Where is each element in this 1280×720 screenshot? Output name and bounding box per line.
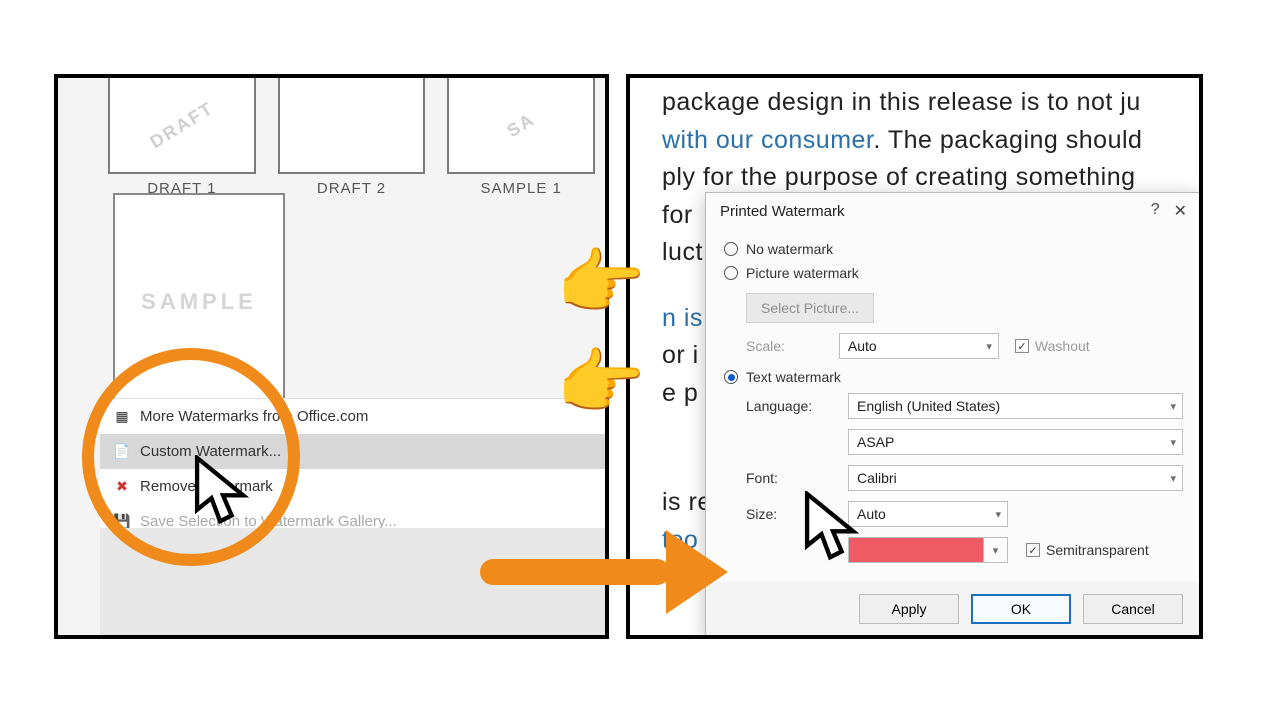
scale-combo: Auto ▾ bbox=[839, 333, 999, 359]
dialog-title: Printed Watermark bbox=[720, 203, 844, 220]
doc-line: luct bbox=[662, 238, 703, 266]
radio-icon bbox=[724, 242, 738, 256]
select-picture-button: Select Picture... bbox=[746, 293, 874, 323]
tutorial-composite: DRAFT DRAFT 1 DRAFT 2 SA SAMPLE 1 SAMPLE… bbox=[0, 0, 1280, 720]
chevron-down-icon: ▾ bbox=[1170, 436, 1176, 449]
doc-line: or i bbox=[662, 337, 699, 375]
online-icon: ▦ bbox=[114, 409, 130, 425]
radio-text-watermark[interactable]: Text watermark bbox=[724, 369, 1183, 385]
dialog-footer: Apply OK Cancel bbox=[706, 582, 1199, 636]
thumb-caption: DRAFT 2 bbox=[278, 180, 426, 197]
page-icon: 📄 bbox=[114, 444, 130, 460]
cancel-button[interactable]: Cancel bbox=[1083, 594, 1183, 624]
combo-value: Calibri bbox=[857, 470, 897, 486]
context-menu: ▦ More Watermarks from Office.com 📄 Cust… bbox=[100, 398, 605, 539]
washout-label: Washout bbox=[1035, 338, 1090, 354]
cursor-icon bbox=[194, 455, 252, 532]
doc-line-link: with our consumer bbox=[662, 126, 873, 154]
combo-value: Auto bbox=[848, 338, 877, 354]
gallery-row: DRAFT DRAFT 1 DRAFT 2 SA SAMPLE 1 bbox=[108, 76, 595, 197]
font-label: Font: bbox=[746, 470, 842, 486]
radio-icon bbox=[724, 370, 738, 384]
arrow-right-icon bbox=[480, 530, 728, 614]
chevron-down-icon: ▾ bbox=[1170, 400, 1176, 413]
doc-line-link: n is bbox=[662, 300, 703, 338]
radio-label: No watermark bbox=[746, 241, 833, 257]
chevron-down-icon: ▾ bbox=[983, 538, 1007, 562]
thumb-diagonal-text: DRAFT bbox=[108, 76, 256, 174]
menu-remove-watermark[interactable]: ✖ Remove Watermark bbox=[100, 469, 605, 504]
doc-line: for bbox=[662, 197, 693, 235]
ok-button[interactable]: OK bbox=[971, 594, 1071, 624]
semitransparent-checkbox[interactable] bbox=[1026, 543, 1040, 557]
gallery-thumb[interactable]: SA SAMPLE 1 bbox=[447, 76, 595, 197]
color-combo[interactable]: ▾ bbox=[848, 537, 1008, 563]
menu-custom-watermark[interactable]: 📄 Custom Watermark... bbox=[100, 434, 605, 469]
apply-button[interactable]: Apply bbox=[859, 594, 959, 624]
radio-label: Text watermark bbox=[746, 369, 841, 385]
menu-label: More Watermarks from Office.com bbox=[140, 408, 368, 425]
thumb-diagonal-text bbox=[278, 76, 426, 174]
pointing-hand-icon: 👉 bbox=[556, 240, 646, 325]
dialog-title-bar: Printed Watermark ? ✕ bbox=[706, 193, 1199, 227]
thumb-large-text: SAMPLE bbox=[141, 289, 257, 315]
scale-label: Scale: bbox=[746, 338, 785, 354]
close-icon[interactable]: ✕ bbox=[1174, 201, 1187, 221]
font-combo[interactable]: Calibri ▾ bbox=[848, 465, 1183, 491]
doc-line: . The packaging should bbox=[873, 126, 1142, 154]
remove-icon: ✖ bbox=[114, 479, 130, 495]
chevron-down-icon: ▾ bbox=[986, 340, 992, 353]
radio-label: Picture watermark bbox=[746, 265, 859, 281]
doc-line: ply for the purpose of creating somethin… bbox=[662, 163, 1136, 191]
size-combo[interactable]: Auto▾ bbox=[848, 501, 1008, 527]
doc-line: package design in this release is to not… bbox=[662, 88, 1141, 116]
combo-value: English (United States) bbox=[857, 398, 1000, 414]
printed-watermark-dialog: Printed Watermark ? ✕ No watermark Pictu… bbox=[705, 192, 1200, 637]
washout-checkbox bbox=[1015, 339, 1029, 353]
language-combo[interactable]: English (United States) ▾ bbox=[848, 393, 1183, 419]
semitransparent-label: Semitransparent bbox=[1046, 542, 1149, 558]
chevron-down-icon: ▾ bbox=[995, 508, 1001, 521]
cursor-icon bbox=[804, 491, 862, 568]
thumb-diagonal-text: SA bbox=[447, 76, 595, 174]
color-swatch-fill bbox=[849, 538, 983, 562]
gallery-thumb[interactable]: DRAFT 2 bbox=[278, 76, 426, 197]
radio-icon bbox=[724, 266, 738, 280]
chevron-down-icon: ▾ bbox=[1170, 472, 1176, 485]
radio-no-watermark[interactable]: No watermark bbox=[724, 241, 1183, 257]
radio-picture-watermark[interactable]: Picture watermark bbox=[724, 265, 1183, 281]
doc-line: e p bbox=[662, 375, 698, 413]
combo-value: ASAP bbox=[857, 434, 894, 450]
help-button[interactable]: ? bbox=[1151, 201, 1160, 221]
menu-more-watermarks[interactable]: ▦ More Watermarks from Office.com bbox=[100, 399, 605, 434]
language-label: Language: bbox=[746, 398, 842, 414]
gallery-thumb[interactable]: DRAFT DRAFT 1 bbox=[108, 76, 256, 197]
pointing-hand-icon: 👉 bbox=[556, 340, 646, 425]
thumb-caption: SAMPLE 1 bbox=[447, 180, 595, 197]
text-combo[interactable]: ASAP ▾ bbox=[848, 429, 1183, 455]
